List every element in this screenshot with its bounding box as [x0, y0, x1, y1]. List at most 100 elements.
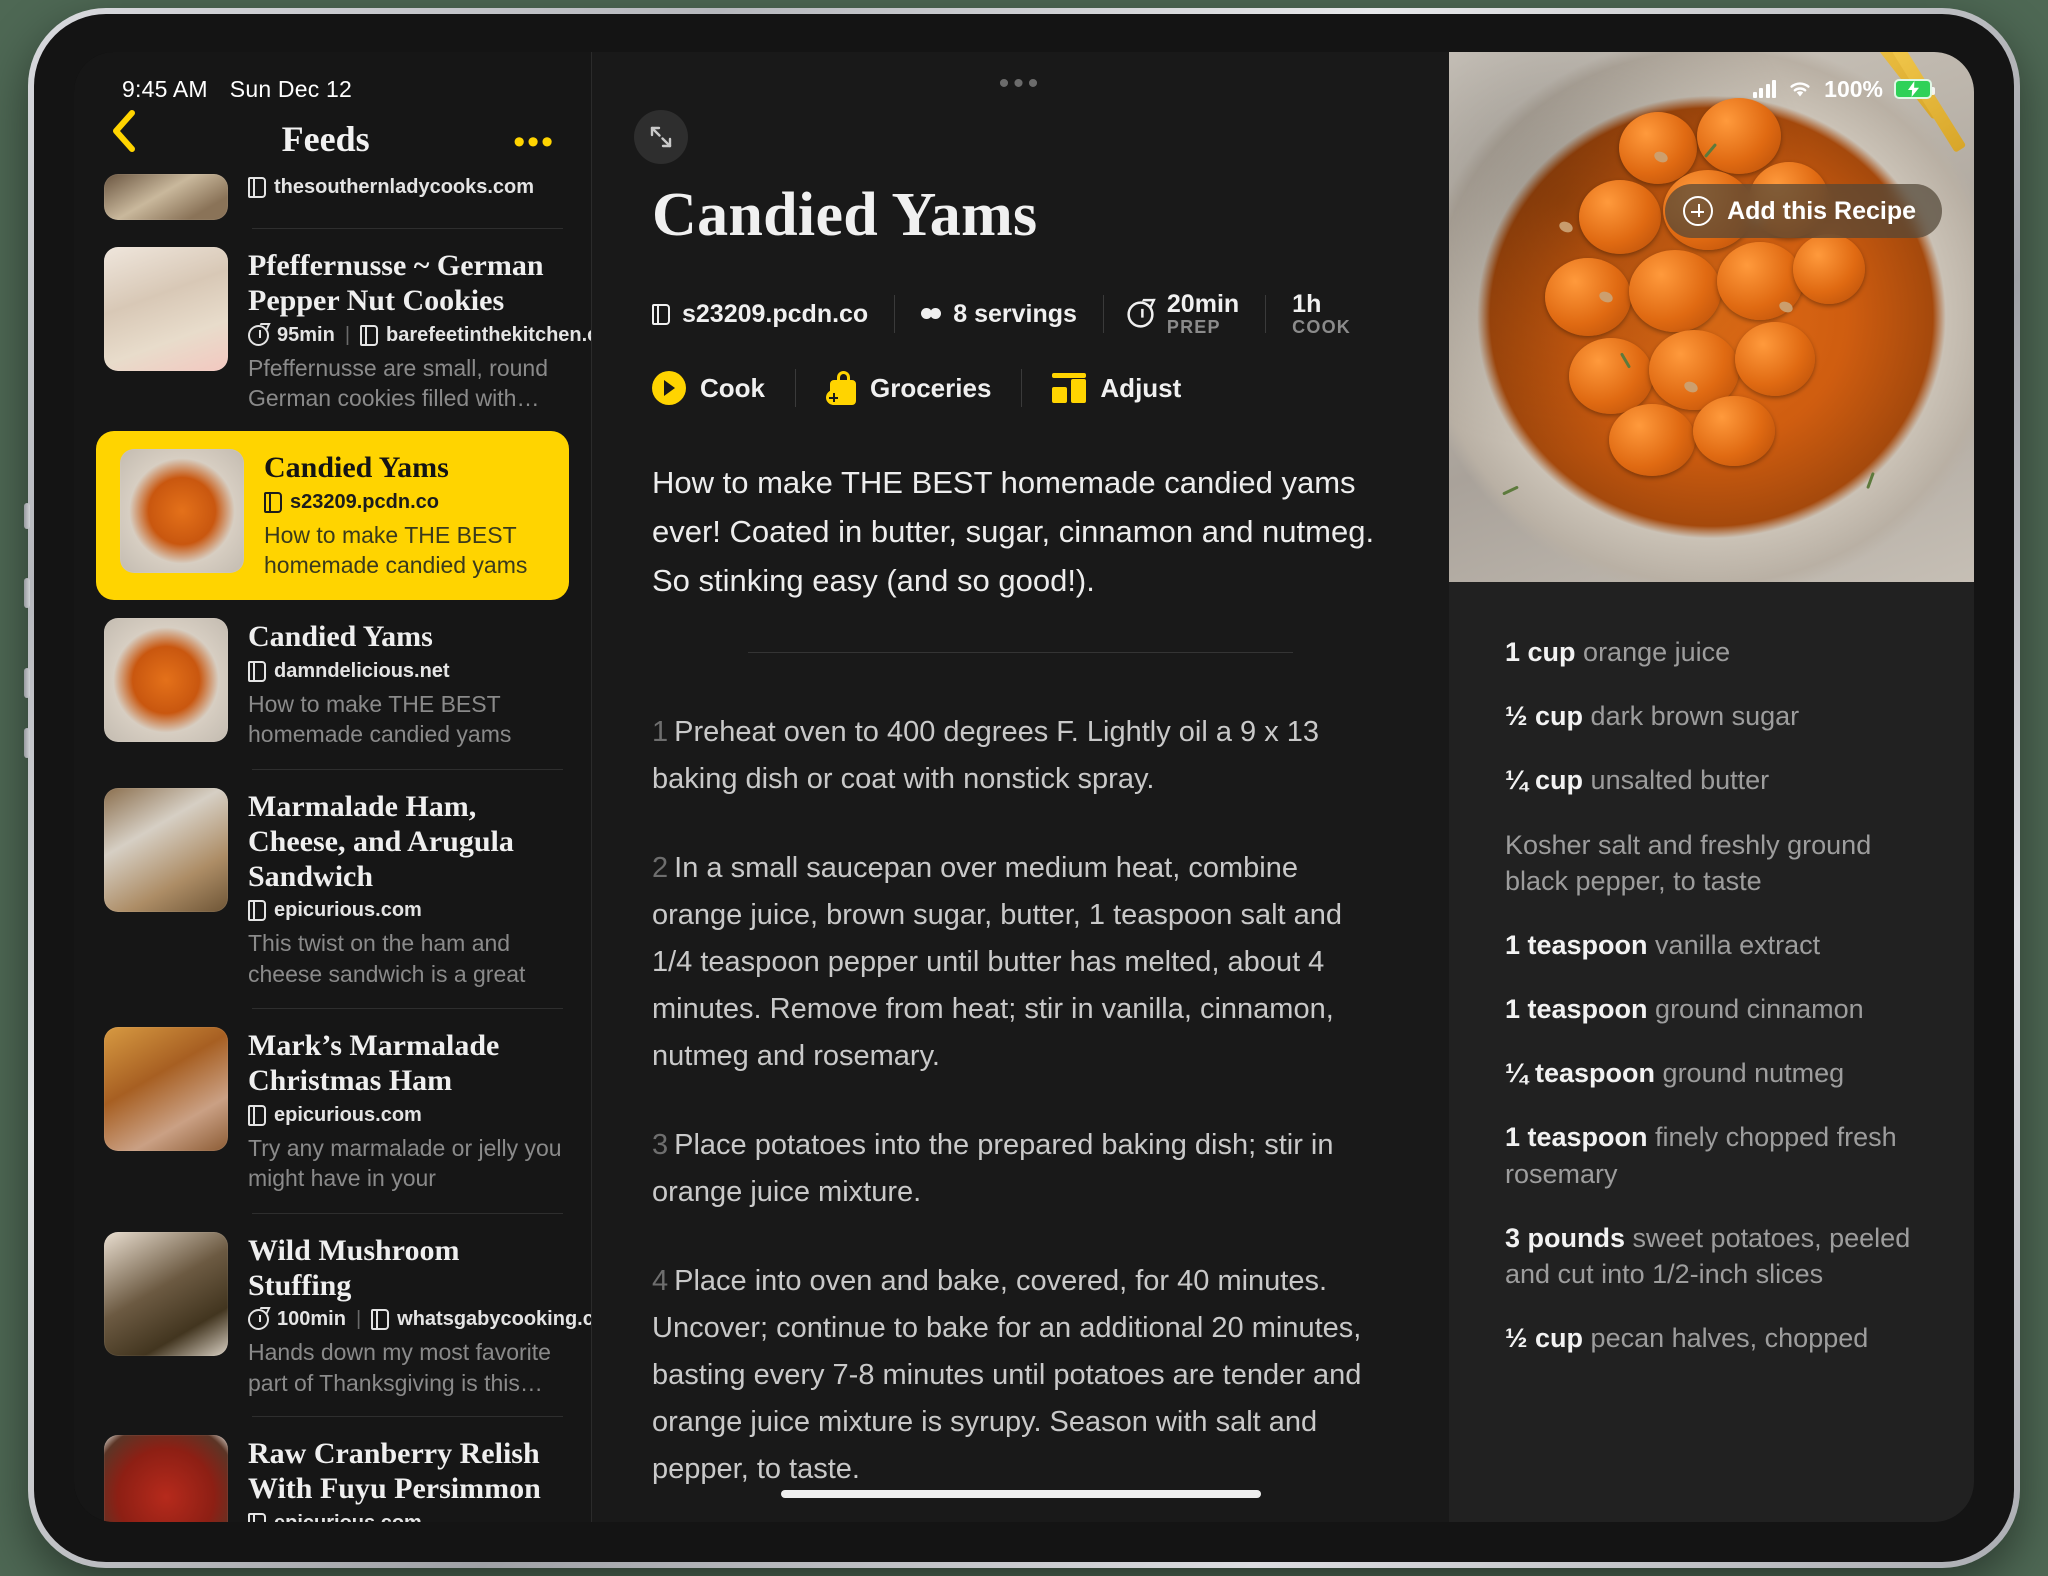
step-number: 2	[652, 852, 669, 885]
list-item-time: 95min	[277, 323, 335, 346]
list-item-body: Mark’s Marmalade Christmas Ham epicuriou…	[248, 1027, 563, 1195]
play-circle-icon	[652, 371, 686, 406]
list-item-body: Candied Yams damndelicious.net How to ma…	[248, 618, 563, 751]
list-item-meta: epicurious.com	[248, 899, 563, 922]
list-item-time: 100min	[277, 1308, 346, 1331]
list-item-source: epicurious.com	[274, 1103, 422, 1126]
list-item-body: Raw Cranberry Relish With Fuyu Persimmon…	[248, 1435, 563, 1522]
list-item-thumbnail	[104, 1027, 228, 1152]
ingredient-amount: ¼ teaspoon	[1505, 1058, 1656, 1089]
list-item-body: Pfeffernusse ~ German Pepper Nut Cookies…	[248, 247, 591, 413]
ingredient-name: ground nutmeg	[1662, 1058, 1845, 1089]
recipe-scroll-area[interactable]: Candied Yams s23209.pcdn.co 8 servings 2…	[592, 52, 1449, 1522]
adjust-button-label: Adjust	[1100, 372, 1182, 403]
divider	[748, 652, 1293, 654]
device-button-volume-up[interactable]	[24, 578, 30, 608]
list-item-thumbnail	[104, 174, 228, 220]
list-item-source: epicurious.com	[274, 899, 422, 922]
people-icon	[921, 308, 942, 320]
step-text: Preheat oven to 400 degrees F. Lightly o…	[652, 716, 1320, 796]
clock-icon	[248, 1309, 269, 1331]
adjust-button[interactable]: Adjust	[1022, 373, 1211, 404]
ingredient-name: Kosher salt and freshly ground black pep…	[1505, 829, 1872, 896]
recipe-title: Candied Yams	[652, 181, 1038, 249]
list-item[interactable]: Wild Mushroom Stuffing 100min | whatsgab…	[74, 1214, 591, 1416]
feed-list[interactable]: thesouthernladycooks.com Pfeffernusse ~ …	[74, 174, 591, 1522]
sidebar-more-button[interactable]: •••	[513, 124, 555, 160]
ingredient-item: 1 teaspoon vanilla extract	[1505, 927, 1918, 963]
cook-button[interactable]: Cook	[652, 371, 795, 406]
plus-circle-icon	[1683, 196, 1714, 226]
device-button-volume-down[interactable]	[24, 668, 30, 698]
ingredient-item: 1 teaspoon ground cinnamon	[1505, 991, 1918, 1027]
list-item-body: Marmalade Ham, Cheese, and Arugula Sandw…	[248, 788, 563, 990]
ingredient-item: 1 teaspoon finely chopped fresh rosemary	[1505, 1119, 1918, 1191]
book-icon	[264, 492, 282, 514]
cook-button-label: Cook	[700, 372, 765, 403]
list-item-title: Pfeffernusse ~ German Pepper Nut Cookies	[248, 249, 544, 317]
book-icon	[371, 1309, 390, 1331]
ingredient-amount: 1 teaspoon	[1505, 929, 1648, 960]
ingredient-name: unsalted butter	[1590, 765, 1770, 796]
list-item-meta: 100min | whatsgabycooking.com	[248, 1308, 591, 1331]
meta-cook-label: COOK	[1292, 317, 1351, 337]
list-item[interactable]: Pfeffernusse ~ German Pepper Nut Cookies…	[74, 229, 591, 431]
add-recipe-label: Add this Recipe	[1727, 196, 1916, 225]
list-item-body: Wild Mushroom Stuffing 100min | whatsgab…	[248, 1232, 591, 1398]
screen: 9:45 AM Sun Dec 12 100% Feeds ••• thesou…	[74, 52, 1974, 1522]
ingredient-amount: ½ cup	[1505, 1323, 1584, 1354]
step-text: Place into oven and bake, covered, for 4…	[652, 1265, 1362, 1485]
clock-icon	[1127, 301, 1154, 328]
list-item-meta: damndelicious.net	[248, 660, 563, 683]
list-item[interactable]: Marmalade Ham, Cheese, and Arugula Sandw…	[74, 770, 591, 1008]
recipe-hero-image: Add this Recipe	[1449, 52, 1974, 582]
sidebar: Feeds ••• thesouthernladycooks.com Pfeff…	[74, 52, 591, 1522]
ingredient-list[interactable]: 1 cup orange juice ½ cup dark brown suga…	[1449, 582, 1974, 1356]
list-item[interactable]: Raw Cranberry Relish With Fuyu Persimmon…	[74, 1417, 591, 1522]
add-this-recipe-button[interactable]: Add this Recipe	[1665, 184, 1942, 238]
recipe-step: 4 Place into oven and bake, covered, for …	[652, 1258, 1389, 1493]
list-item-source: thesouthernladycooks.com	[274, 176, 535, 198]
list-item-title: Candied Yams	[264, 451, 449, 485]
list-item-thumbnail	[104, 1231, 228, 1356]
list-item-body: Candied Yams s23209.pcdn.co How to make …	[264, 449, 545, 582]
ipad-device-frame: 9:45 AM Sun Dec 12 100% Feeds ••• thesou…	[24, 8, 2020, 1568]
ingredient-amount: 1 teaspoon	[1505, 994, 1648, 1025]
list-item[interactable]: Candied Yams damndelicious.net How to ma…	[74, 600, 591, 769]
ingredient-amount: 3 pounds	[1505, 1222, 1625, 1253]
ingredient-name: orange juice	[1583, 637, 1731, 667]
meta-source[interactable]: s23209.pcdn.co	[652, 300, 894, 329]
list-item-source: whatsgabycooking.com	[397, 1308, 591, 1331]
book-icon	[248, 177, 266, 198]
list-item-description: Pfeffernusse are small, round German coo…	[248, 354, 549, 411]
recipe-detail-pane: ••• Candied Yams s23209.pcdn.co 8 servin…	[591, 52, 1449, 1522]
meta-cook-time: 1h COOK	[1266, 291, 1377, 337]
list-item-title: Marmalade Ham, Cheese, and Arugula Sandw…	[248, 789, 514, 893]
device-bezel: 9:45 AM Sun Dec 12 100% Feeds ••• thesou…	[34, 14, 2014, 1562]
list-item-source: epicurious.com	[274, 1512, 422, 1522]
page-title: Feeds	[281, 119, 370, 159]
book-icon	[248, 900, 266, 922]
sidebar-header: Feeds •••	[74, 52, 591, 174]
home-indicator[interactable]	[780, 1490, 1261, 1498]
list-item-thumbnail	[104, 618, 228, 743]
device-button-extra[interactable]	[24, 728, 30, 758]
ingredient-amount: ½ cup	[1505, 701, 1584, 732]
meta-prep-label: PREP	[1166, 317, 1221, 337]
groceries-button[interactable]: Groceries	[796, 371, 1021, 406]
book-icon	[248, 1512, 266, 1522]
device-button-power[interactable]	[24, 503, 30, 529]
ingredient-name: dark brown sugar	[1590, 701, 1800, 732]
ingredients-pane: Add this Recipe 1 cup orange juice ½ cup…	[1449, 52, 1974, 1522]
ingredient-name: pecan halves, chopped	[1590, 1323, 1869, 1354]
book-icon	[652, 303, 670, 325]
groceries-button-label: Groceries	[870, 372, 992, 403]
list-item-selected[interactable]: Candied Yams s23209.pcdn.co How to make …	[96, 431, 569, 601]
list-item[interactable]: thesouthernladycooks.com	[74, 174, 591, 228]
step-number: 3	[652, 1129, 669, 1162]
list-item-meta: s23209.pcdn.co	[264, 491, 545, 514]
list-item-source: barefeetinthekitchen.com	[386, 323, 591, 346]
list-item-thumbnail	[104, 787, 228, 912]
list-item[interactable]: Mark’s Marmalade Christmas Ham epicuriou…	[74, 1009, 591, 1213]
book-icon	[248, 660, 266, 682]
